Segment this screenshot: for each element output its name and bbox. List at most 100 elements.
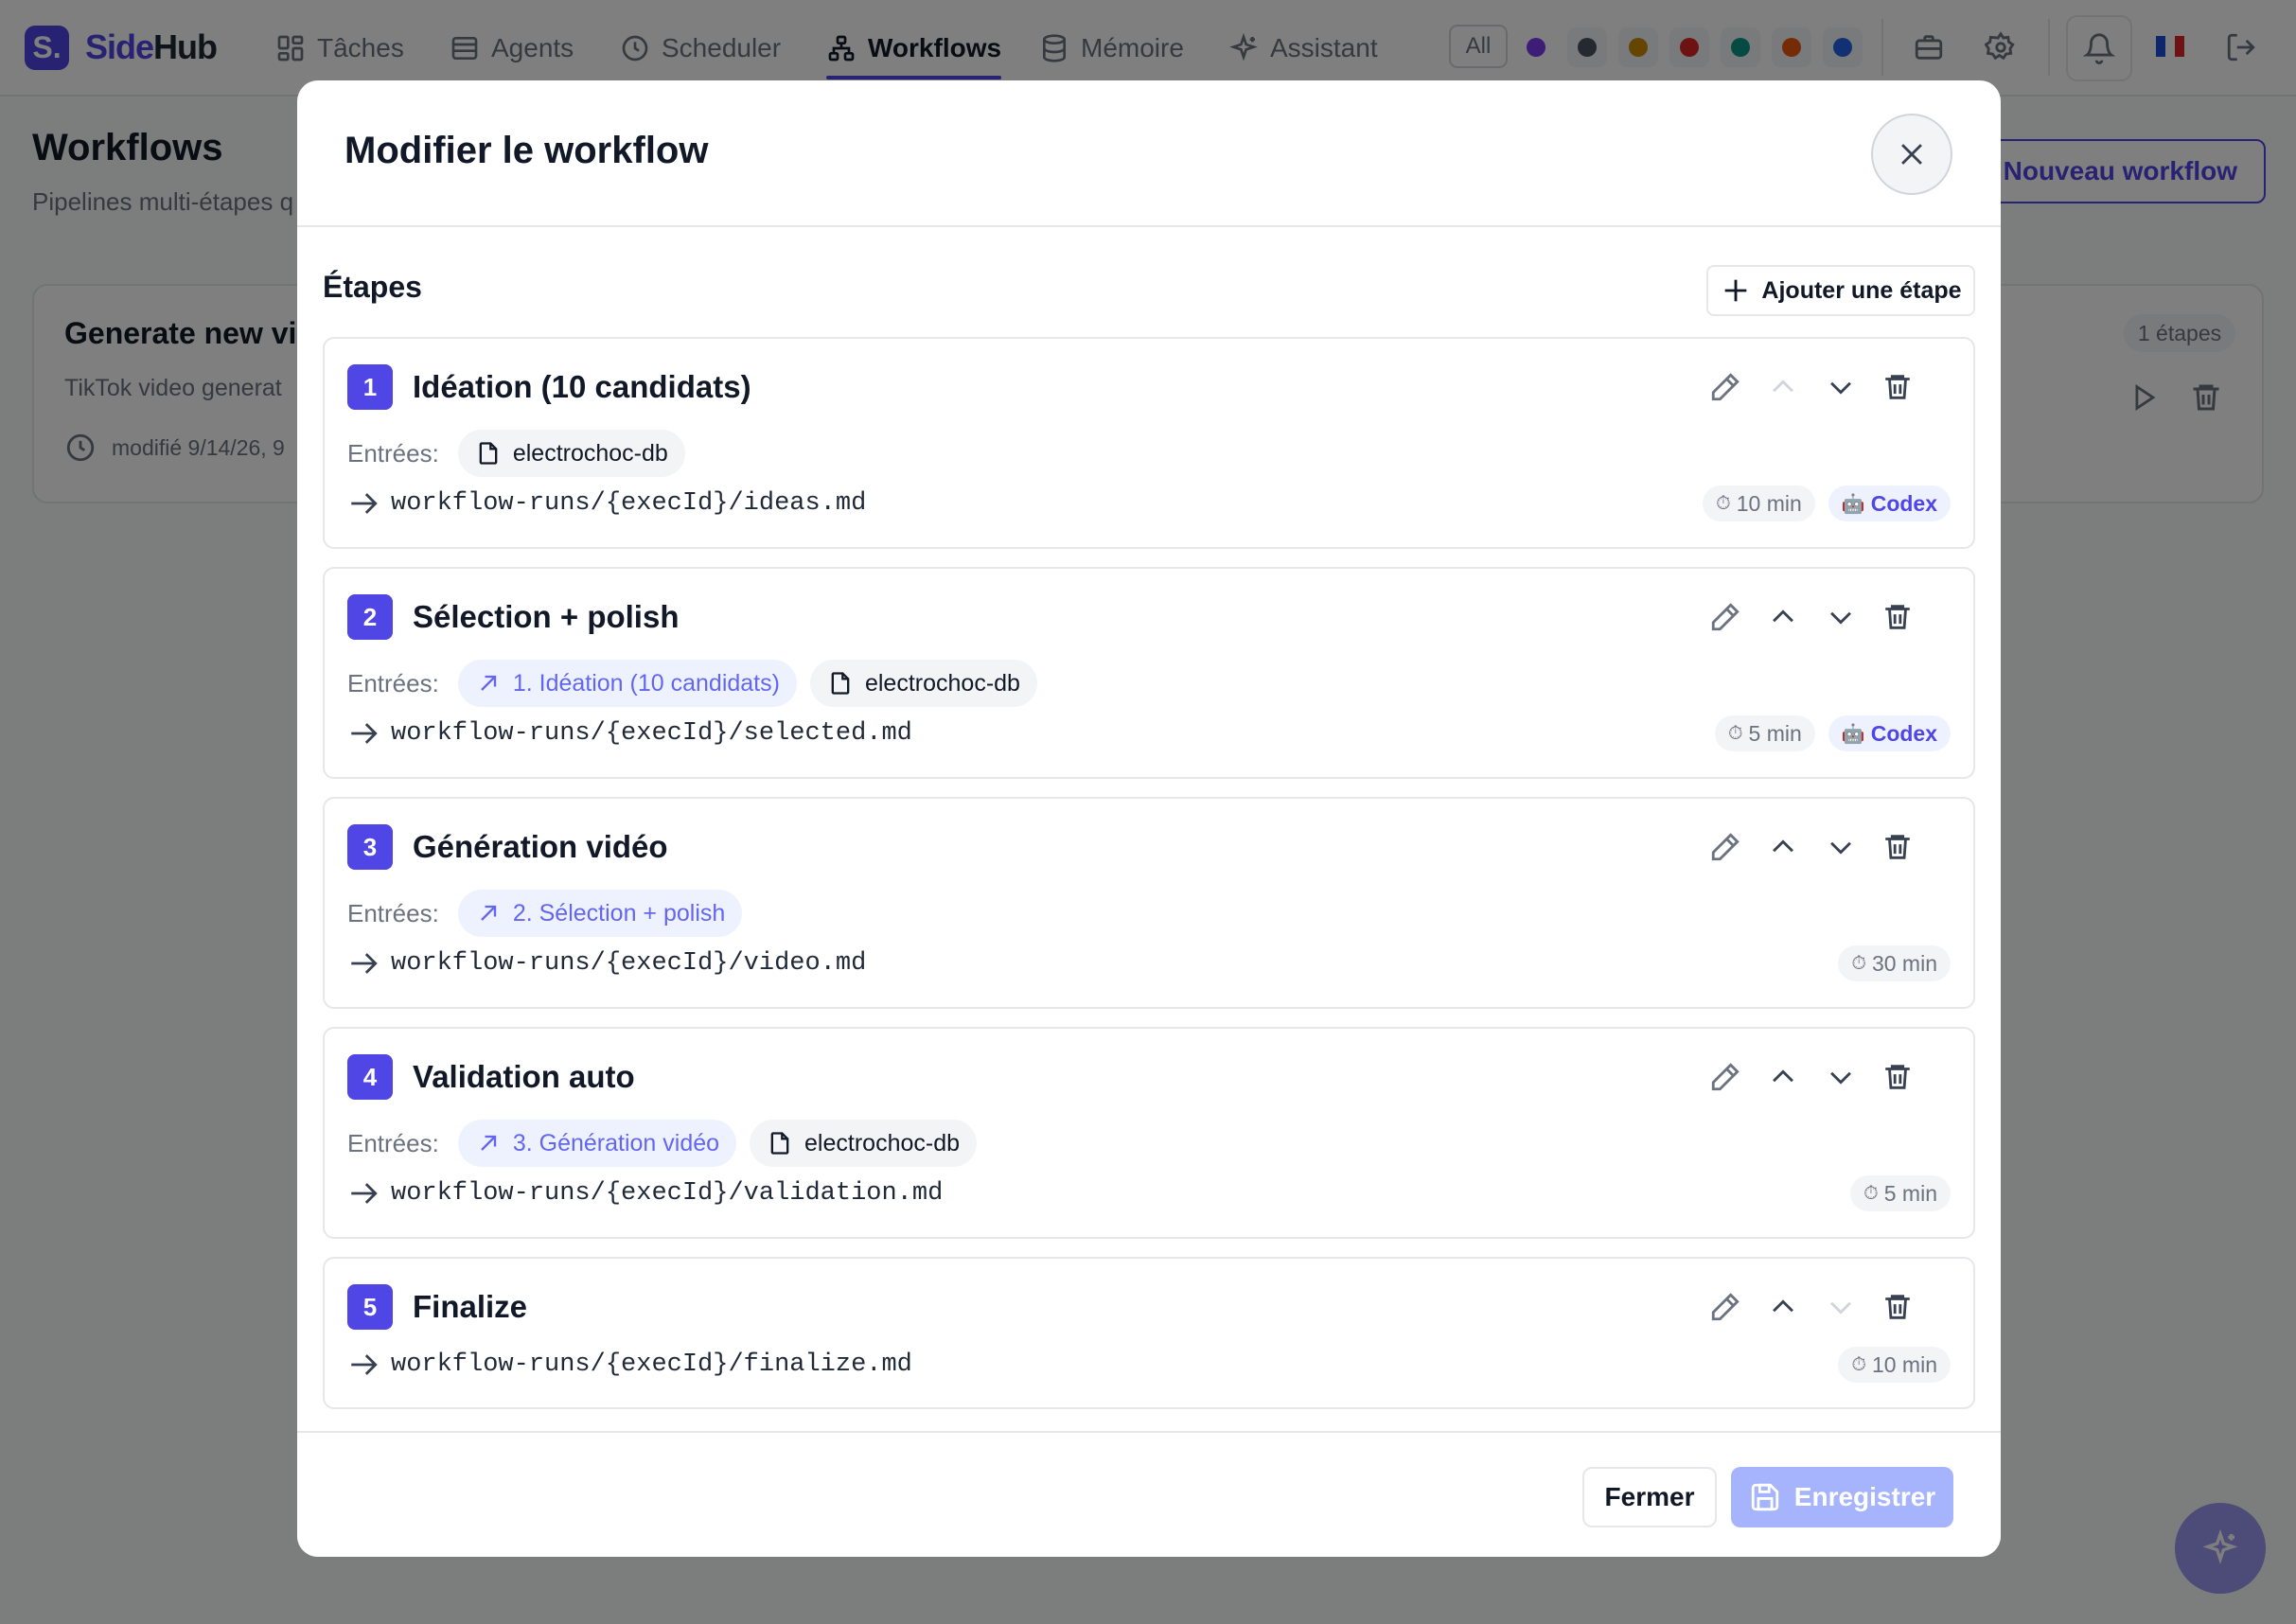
modal-title: Modifier le workflow	[344, 130, 709, 171]
input-chip-file: electrochoc-db	[750, 1120, 978, 1167]
input-chip-step-ref[interactable]: 3. Génération vidéo	[457, 1120, 737, 1167]
step-card: 4 Validation auto Entrées: 3. Génération…	[323, 1027, 1975, 1239]
move-step-down-button[interactable]	[1822, 368, 1860, 406]
agent-badge: 🤖 Codex	[1828, 485, 1951, 521]
step-inputs: Entrées: electrochoc-db	[347, 430, 698, 477]
modal-close-button[interactable]	[1871, 114, 1952, 195]
trash-icon	[1885, 1295, 1910, 1319]
move-step-up-button[interactable]	[1764, 828, 1802, 866]
edit-step-button[interactable]	[1706, 368, 1744, 406]
step-meta: ⏱ 10 min 🤖 Codex	[1689, 485, 1951, 521]
output-path: workflow-runs/{execId}/finalize.md	[391, 1350, 912, 1379]
timer-icon: ⏱	[1863, 1182, 1879, 1204]
timeout-badge: ⏱ 10 min	[1838, 1347, 1951, 1383]
step-number: 3	[347, 824, 393, 870]
timer-icon: ⏱	[1727, 722, 1743, 744]
add-step-button[interactable]: Ajouter une étape	[1706, 265, 1975, 316]
pencil-icon	[1711, 1063, 1740, 1091]
trash-icon	[1885, 1065, 1910, 1089]
edit-step-button[interactable]	[1706, 598, 1744, 636]
modal-footer: Fermer Enregistrer	[297, 1431, 2001, 1557]
close-button[interactable]: Fermer	[1582, 1467, 1717, 1527]
delete-step-button[interactable]	[1879, 598, 1916, 636]
step-card: 3 Génération vidéo Entrées: 2. Sélection…	[323, 797, 1975, 1009]
arrow-right-icon	[351, 1354, 378, 1375]
chevron-down-icon	[1830, 841, 1851, 855]
chevron-up-icon	[1773, 609, 1793, 623]
step-output: workflow-runs/{execId}/video.md	[347, 944, 866, 982]
step-title: Génération vidéo	[413, 829, 668, 864]
timeout-badge: ⏱ 10 min	[1703, 485, 1815, 521]
delete-step-button[interactable]	[1879, 1288, 1916, 1326]
file-icon	[831, 672, 850, 695]
chevron-down-icon	[1830, 611, 1851, 625]
trash-icon	[1885, 605, 1910, 629]
step-output: workflow-runs/{execId}/ideas.md	[347, 485, 866, 522]
move-step-down-button[interactable]	[1822, 598, 1860, 636]
trash-icon	[1885, 375, 1910, 399]
agent-badge: 🤖 Codex	[1828, 715, 1951, 751]
delete-step-button[interactable]	[1879, 1058, 1916, 1096]
chevron-up-icon	[1773, 839, 1793, 853]
inputs-label: Entrées:	[347, 668, 439, 697]
move-step-down-button[interactable]	[1822, 828, 1860, 866]
input-chip-file: electrochoc-db	[457, 430, 685, 477]
arrow-right-icon	[351, 953, 378, 974]
step-meta: ⏱ 10 min	[1825, 1347, 1951, 1383]
timer-icon: ⏱	[1851, 1353, 1866, 1375]
arrow-up-right-icon	[481, 905, 496, 921]
step-output: workflow-runs/{execId}/finalize.md	[347, 1346, 912, 1384]
step-inputs: Entrées: 2. Sélection + polish	[347, 890, 755, 937]
arrow-right-icon	[351, 493, 378, 514]
plus-icon	[1725, 279, 1747, 302]
save-button[interactable]: Enregistrer	[1731, 1467, 1953, 1527]
move-step-up-button[interactable]	[1764, 1288, 1802, 1326]
move-step-up-button[interactable]	[1764, 598, 1802, 636]
step-output: workflow-runs/{execId}/selected.md	[347, 715, 912, 752]
robot-icon: 🤖	[1841, 493, 1865, 515]
step-number: 5	[347, 1284, 393, 1330]
pencil-icon	[1711, 833, 1740, 861]
edit-step-button[interactable]	[1706, 1058, 1744, 1096]
step-title: Validation auto	[413, 1059, 635, 1094]
step-number: 2	[347, 594, 393, 640]
arrow-up-right-icon	[481, 1135, 496, 1151]
inputs-label: Entrées:	[347, 438, 439, 468]
move-step-up-button[interactable]	[1764, 368, 1802, 406]
pencil-icon	[1711, 1293, 1740, 1321]
inputs-label: Entrées:	[347, 898, 439, 927]
move-step-up-button[interactable]	[1764, 1058, 1802, 1096]
edit-workflow-modal: Modifier le workflow Étapes Ajouter une …	[297, 80, 2001, 1557]
pencil-icon	[1711, 603, 1740, 631]
chevron-down-icon	[1830, 381, 1851, 395]
output-path: workflow-runs/{execId}/validation.md	[391, 1179, 944, 1208]
steps-section-title: Étapes	[323, 270, 422, 304]
pencil-icon	[1711, 373, 1740, 401]
step-meta: ⏱ 30 min	[1825, 945, 1951, 981]
timer-icon: ⏱	[1851, 952, 1866, 974]
arrow-right-icon	[351, 1183, 378, 1204]
delete-step-button[interactable]	[1879, 828, 1916, 866]
input-chip-step-ref[interactable]: 2. Sélection + polish	[457, 890, 743, 937]
chevron-up-icon	[1773, 1299, 1793, 1313]
step-meta: ⏱ 5 min	[1837, 1175, 1951, 1211]
output-path: workflow-runs/{execId}/video.md	[391, 949, 867, 978]
delete-step-button[interactable]	[1879, 368, 1916, 406]
arrow-right-icon	[351, 723, 378, 744]
step-number: 1	[347, 364, 393, 410]
trash-icon	[1885, 835, 1910, 859]
save-icon	[1751, 1483, 1778, 1511]
edit-step-button[interactable]	[1706, 1288, 1744, 1326]
step-inputs: Entrées: 3. Génération vidéo electrochoc…	[347, 1120, 990, 1167]
chevron-down-icon	[1830, 1301, 1851, 1315]
chevron-up-icon	[1773, 380, 1793, 393]
inputs-label: Entrées:	[347, 1128, 439, 1157]
step-output: workflow-runs/{execId}/validation.md	[347, 1174, 943, 1212]
move-step-down-button[interactable]	[1822, 1058, 1860, 1096]
input-chip-step-ref[interactable]: 1. Idéation (10 candidats)	[457, 660, 797, 707]
move-step-down-button[interactable]	[1822, 1288, 1860, 1326]
chevron-up-icon	[1773, 1069, 1793, 1083]
step-meta: ⏱ 5 min 🤖 Codex	[1702, 715, 1951, 751]
edit-step-button[interactable]	[1706, 828, 1744, 866]
step-card: 2 Sélection + polish Entrées: 1. Idéatio…	[323, 567, 1975, 779]
